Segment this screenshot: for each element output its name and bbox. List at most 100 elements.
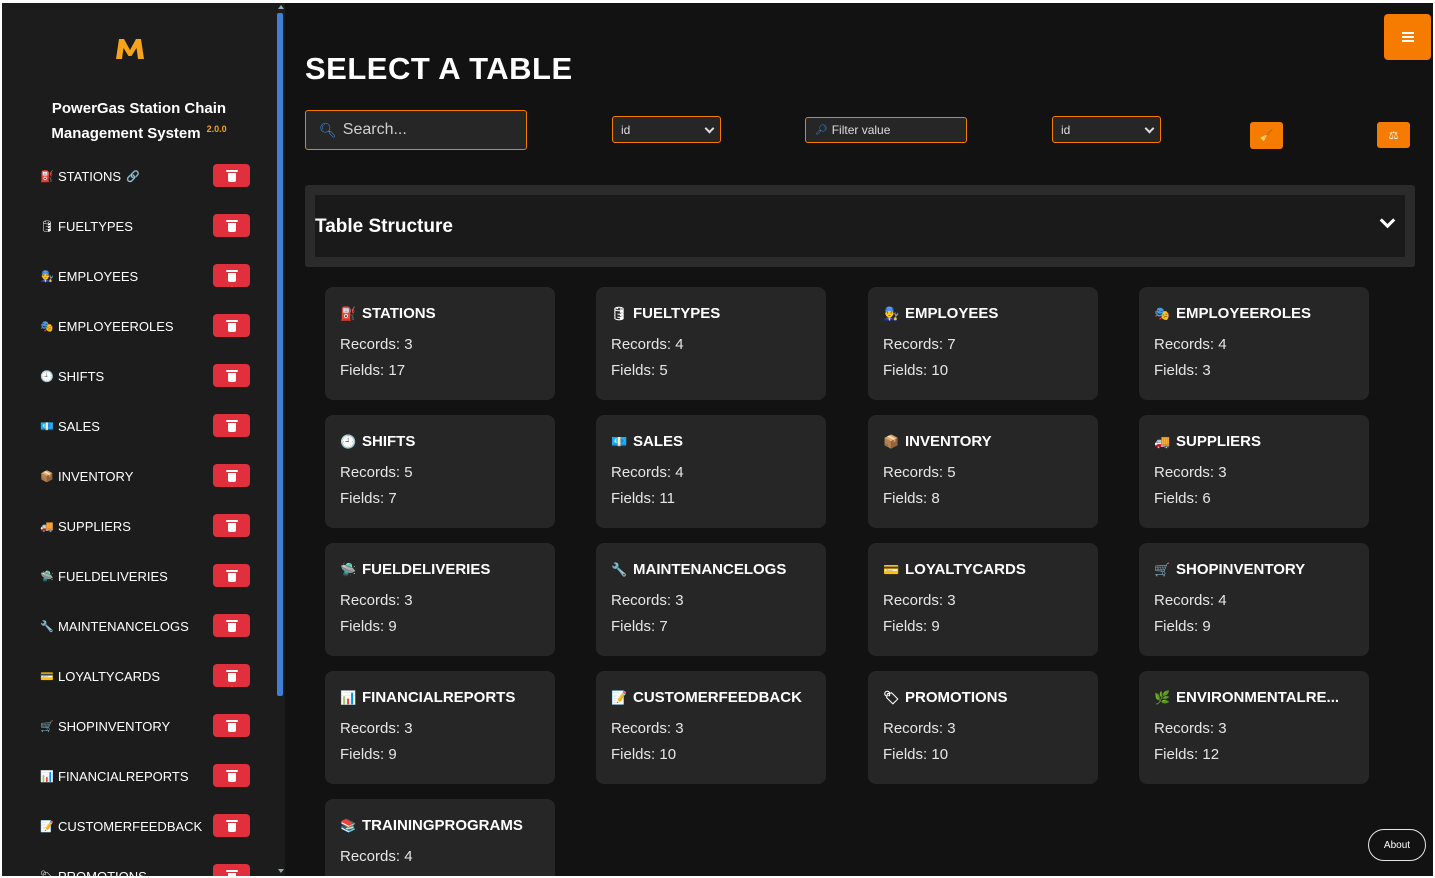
delete-button[interactable] bbox=[213, 664, 250, 687]
sidebar-item-label: FUELDELIVERIES bbox=[58, 568, 168, 584]
sidebar-item-suppliers[interactable]: 🚚 SUPPLIERS bbox=[40, 513, 254, 539]
memo-icon: 📝 bbox=[40, 820, 54, 833]
card-name: TRAININGPROGRAMS bbox=[362, 817, 523, 834]
chevron-down-icon[interactable] bbox=[1379, 212, 1396, 229]
card-fields: Fields: 6 bbox=[1154, 490, 1211, 507]
sidebar-item-fueltypes[interactable]: 🛢 FUELTYPES bbox=[40, 213, 254, 239]
delete-button[interactable] bbox=[213, 264, 250, 287]
delivery-icon: 🛸 bbox=[340, 561, 357, 577]
books-icon: 📚 bbox=[340, 817, 357, 833]
card-records: Records: 3 bbox=[883, 592, 956, 609]
table-card-suppliers[interactable]: 🚚 SUPPLIERS Records: 3 Fields: 6 bbox=[1139, 415, 1369, 528]
sidebar-item-promotions[interactable]: 🏷PROMOTIONS bbox=[40, 863, 254, 876]
field-select-1[interactable]: id bbox=[612, 116, 721, 143]
table-card-environmentalre[interactable]: 🌿 ENVIRONMENTALRE... Records: 3 Fields: 12 bbox=[1139, 671, 1369, 784]
sidebar-item-financialreports[interactable]: 📊 FINANCIALREPORTS bbox=[40, 763, 254, 789]
fuel-pump-icon: ⛽ bbox=[340, 305, 357, 321]
sidebar-item-shopinventory[interactable]: 🛒 SHOPINVENTORY bbox=[40, 713, 254, 739]
search-box[interactable]: 🔍︎ bbox=[305, 110, 527, 150]
delete-button[interactable] bbox=[213, 614, 250, 637]
delete-button[interactable] bbox=[213, 364, 250, 387]
trash-icon bbox=[225, 319, 238, 332]
table-structure-header[interactable]: Table Structure bbox=[315, 195, 1405, 257]
page-title: SELECT A TABLE bbox=[305, 51, 573, 86]
delete-button[interactable] bbox=[213, 814, 250, 837]
table-card-stations[interactable]: ⛽ STATIONS Records: 3 Fields: 17 bbox=[325, 287, 555, 400]
sidebar-item-maintenancelogs[interactable]: 🔧 MAINTENANCELOGS bbox=[40, 613, 254, 639]
sidebar-scrollbar-thumb[interactable] bbox=[277, 13, 283, 696]
card-records: Records: 3 bbox=[1154, 720, 1227, 737]
card-records: Records: 4 bbox=[340, 848, 413, 865]
delete-button[interactable] bbox=[213, 314, 250, 337]
app-logo-icon[interactable] bbox=[112, 33, 148, 65]
table-card-employeeroles[interactable]: 🎭 EMPLOYEEROLES Records: 4 Fields: 3 bbox=[1139, 287, 1369, 400]
card-fields: Fields: 7 bbox=[340, 490, 397, 507]
card-fields: Fields: 12 bbox=[1154, 746, 1220, 763]
wrench-icon: 🔧 bbox=[611, 561, 628, 577]
card-name: LOYALTYCARDS bbox=[905, 561, 1026, 578]
table-card-financialreports[interactable]: 📊 FINANCIALREPORTS Records: 3 Fields: 9 bbox=[325, 671, 555, 784]
sidebar-item-label: CUSTOMERFEEDBACK bbox=[58, 818, 203, 834]
clear-filter-button[interactable]: 🧹 bbox=[1250, 122, 1283, 149]
card-records: Records: 3 bbox=[883, 720, 956, 737]
scroll-up-icon[interactable] bbox=[278, 5, 284, 9]
search-input[interactable] bbox=[342, 121, 513, 139]
sidebar-item-sales[interactable]: 💶 SALES bbox=[40, 413, 254, 439]
delete-button[interactable] bbox=[213, 414, 250, 437]
delete-button[interactable] bbox=[213, 514, 250, 537]
card-fields: Fields: 7 bbox=[611, 618, 668, 635]
card-title: 💳 LOYALTYCARDS bbox=[883, 561, 1026, 578]
delete-button[interactable] bbox=[213, 764, 250, 787]
sidebar-item-employees[interactable]: 👨‍🔧 EMPLOYEES bbox=[40, 263, 254, 289]
sidebar: PowerGas Station Chain Management System… bbox=[2, 3, 285, 876]
sidebar-item-employeeroles[interactable]: 🎭 EMPLOYEEROLES bbox=[40, 313, 254, 339]
table-card-trainingprograms[interactable]: 📚 TRAININGPROGRAMS Records: 4 bbox=[325, 799, 555, 876]
trash-icon bbox=[225, 469, 238, 482]
scroll-down-icon[interactable] bbox=[278, 869, 284, 873]
delete-button[interactable] bbox=[213, 464, 250, 487]
sort-button[interactable]: ⚖ bbox=[1377, 122, 1410, 148]
fuel-pump-icon: ⛽ bbox=[40, 170, 54, 183]
field-select-2[interactable]: id bbox=[1052, 116, 1161, 143]
sidebar-item-customerfeedback[interactable]: 📝 CUSTOMERFEEDBACK bbox=[40, 813, 254, 839]
table-card-customerfeedback[interactable]: 📝 CUSTOMERFEEDBACK Records: 3 Fields: 10 bbox=[596, 671, 826, 784]
table-card-sales[interactable]: 💶 SALES Records: 4 Fields: 11 bbox=[596, 415, 826, 528]
card-name: SALES bbox=[633, 433, 684, 450]
table-card-promotions[interactable]: 🏷 PROMOTIONS Records: 3 Fields: 10 bbox=[868, 671, 1098, 784]
card-name: SHIFTS bbox=[362, 433, 416, 450]
sidebar-item-label: MAINTENANCELOGS bbox=[58, 618, 189, 634]
hamburger-icon bbox=[1401, 32, 1414, 42]
table-card-maintenancelogs[interactable]: 🔧 MAINTENANCELOGS Records: 3 Fields: 7 bbox=[596, 543, 826, 656]
card-fields: Fields: 10 bbox=[611, 746, 677, 763]
delete-button[interactable] bbox=[213, 164, 250, 187]
sidebar-item-label: SHOPINVENTORY bbox=[58, 718, 171, 734]
table-card-loyaltycards[interactable]: 💳 LOYALTYCARDS Records: 3 Fields: 9 bbox=[868, 543, 1098, 656]
delete-button[interactable] bbox=[213, 714, 250, 737]
table-card-employees[interactable]: 👨‍🔧 EMPLOYEES Records: 7 Fields: 10 bbox=[868, 287, 1098, 400]
delete-button[interactable] bbox=[213, 864, 250, 876]
trash-icon bbox=[225, 869, 238, 876]
about-button[interactable]: About bbox=[1368, 829, 1426, 861]
chart-icon: 📊 bbox=[340, 689, 357, 705]
table-card-inventory[interactable]: 📦 INVENTORY Records: 5 Fields: 8 bbox=[868, 415, 1098, 528]
delete-button[interactable] bbox=[213, 564, 250, 587]
card-records: Records: 3 bbox=[340, 720, 413, 737]
sidebar-item-shifts[interactable]: 🕘 SHIFTS bbox=[40, 363, 254, 389]
sidebar-item-fueldeliveries[interactable]: 🛸 FUELDELIVERIES bbox=[40, 563, 254, 589]
sidebar-item-inventory[interactable]: 📦 INVENTORY bbox=[40, 463, 254, 489]
menu-button[interactable] bbox=[1384, 14, 1431, 60]
table-card-shopinventory[interactable]: 🛒 SHOPINVENTORY Records: 4 Fields: 9 bbox=[1139, 543, 1369, 656]
card-name: FUELTYPES bbox=[633, 305, 721, 322]
link-icon[interactable]: 🔗 bbox=[126, 170, 140, 183]
table-card-fueldeliveries[interactable]: 🛸 FUELDELIVERIES Records: 3 Fields: 9 bbox=[325, 543, 555, 656]
truck-icon: 🚚 bbox=[40, 520, 54, 533]
table-card-fueltypes[interactable]: 🛢 FUELTYPES Records: 4 Fields: 5 bbox=[596, 287, 826, 400]
filter-input[interactable]: 🔎︎ Filter value bbox=[805, 117, 967, 143]
delete-button[interactable] bbox=[213, 214, 250, 237]
masks-icon: 🎭 bbox=[1154, 305, 1171, 321]
sidebar-item-loyaltycards[interactable]: 💳 LOYALTYCARDS bbox=[40, 663, 254, 689]
sidebar-item-stations[interactable]: ⛽ STATIONS 🔗 bbox=[40, 163, 254, 189]
card-fields: Fields: 9 bbox=[340, 746, 397, 763]
app-title-line1: PowerGas Station Chain bbox=[51, 100, 227, 117]
table-card-shifts[interactable]: 🕘 SHIFTS Records: 5 Fields: 7 bbox=[325, 415, 555, 528]
